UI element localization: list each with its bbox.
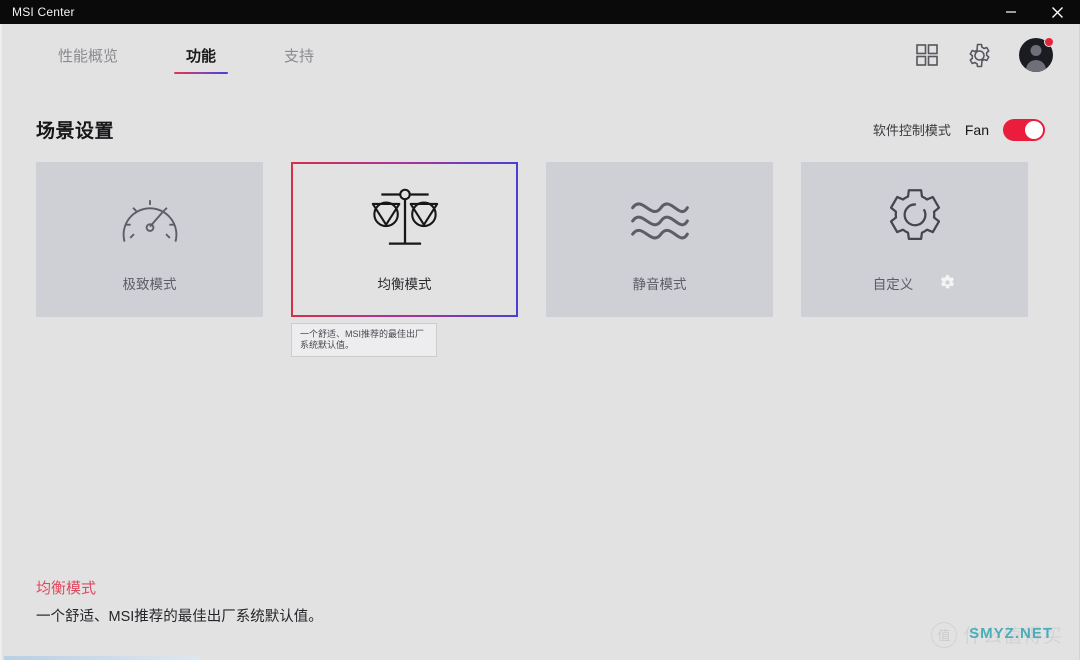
card-slot: 均衡模式 一个舒适、MSI推荐的最佳出厂系统默认值。 — [291, 162, 518, 357]
tab-support[interactable]: 支持 — [250, 24, 348, 86]
title-bar: MSI Center — [0, 0, 1080, 24]
nav-actions — [914, 37, 1079, 72]
software-control-mode-label: 软件控制模式 — [872, 123, 951, 138]
watermark-badge: 值 — [930, 621, 957, 648]
custom-settings-gear-icon[interactable] — [939, 274, 956, 291]
tab-label: 支持 — [284, 47, 315, 65]
card-label-row: 静音模式 — [633, 273, 687, 293]
active-tab-underline — [174, 72, 229, 74]
footer-description: 均衡模式 一个舒适、MSI推荐的最佳出厂系统默认值。 — [36, 577, 323, 626]
speedometer-icon — [117, 187, 183, 253]
card-slot: 极致模式 — [36, 162, 263, 357]
card-label-row: 均衡模式 — [378, 273, 432, 293]
scenario-card-silent[interactable]: 静音模式 — [546, 162, 773, 317]
sound-waves-icon — [627, 187, 693, 253]
gear-icon[interactable] — [966, 42, 993, 69]
card-tooltip: 一个舒适、MSI推荐的最佳出厂系统默认值。 — [291, 323, 437, 357]
horizontal-scrollbar[interactable] — [4, 656, 200, 660]
window-controls — [988, 0, 1080, 24]
fan-label: Fan — [964, 121, 989, 138]
top-navigation: 性能概览 功能 支持 — [2, 24, 1079, 86]
tab-label: 功能 — [186, 47, 217, 65]
scenario-card-list: 极致模式 均衡模式 一个舒适、MSI推荐的最佳出厂系统默认值。 静音模式 自定义 — [2, 143, 1079, 357]
scenario-card-extreme[interactable]: 极致模式 — [36, 162, 263, 317]
watermark-domain: SMYZ.NET — [969, 625, 1053, 642]
fan-control-group: 软件控制模式 Fan — [872, 118, 1045, 141]
watermark: 值 什么值得买 SMYZ.NET — [930, 621, 1063, 648]
scenario-card-custom[interactable]: 自定义 — [801, 162, 1028, 317]
tab-features[interactable]: 功能 — [152, 24, 250, 86]
minimize-button[interactable] — [988, 0, 1034, 24]
page-title: 场景设置 — [36, 121, 115, 142]
card-label: 静音模式 — [632, 276, 687, 292]
tab-bar: 性能概览 功能 支持 — [24, 24, 348, 86]
scenario-card-balanced[interactable]: 均衡模式 — [291, 162, 518, 317]
card-label-row: 极致模式 — [123, 273, 177, 293]
window-title: MSI Center — [12, 5, 75, 19]
balance-scale-icon — [368, 187, 442, 253]
footer-mode-title: 均衡模式 — [36, 580, 97, 597]
avatar-body — [1026, 60, 1046, 72]
notification-badge-icon — [1044, 37, 1054, 47]
card-slot: 自定义 — [801, 162, 1028, 357]
avatar[interactable] — [1019, 37, 1054, 72]
footer-mode-description: 一个舒适、MSI推荐的最佳出厂系统默认值。 — [36, 609, 323, 625]
card-label: 自定义 — [872, 276, 914, 292]
section-header: 场景设置 软件控制模式 Fan — [2, 86, 1079, 143]
gear-outline-icon — [880, 187, 950, 253]
avatar-head — [1030, 45, 1042, 56]
tab-performance-overview[interactable]: 性能概览 — [24, 24, 152, 86]
fan-toggle-knob — [1025, 120, 1043, 139]
card-label-row: 自定义 — [873, 273, 957, 293]
tab-label: 性能概览 — [58, 47, 119, 65]
grid-apps-icon[interactable] — [914, 42, 940, 68]
card-label: 极致模式 — [122, 276, 177, 292]
app-window: 性能概览 功能 支持 场景设置 软件控制模式 Fan 极致模式 均衡模式 一个舒… — [0, 24, 1080, 660]
card-slot: 静音模式 — [546, 162, 773, 357]
close-button[interactable] — [1034, 0, 1080, 24]
card-label: 均衡模式 — [377, 276, 432, 292]
fan-toggle[interactable] — [1003, 118, 1045, 141]
